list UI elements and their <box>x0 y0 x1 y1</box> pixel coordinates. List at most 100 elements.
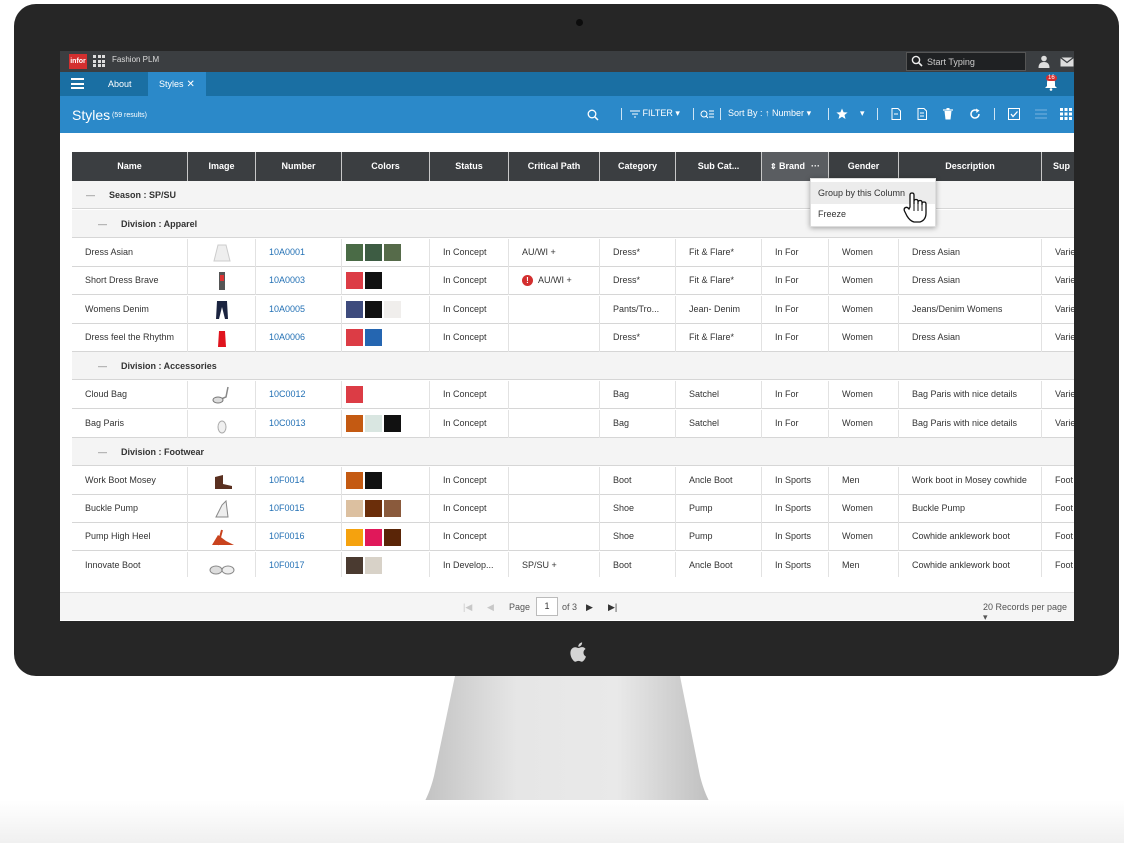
cell-status: In Concept <box>430 267 509 296</box>
close-tab-icon[interactable]: ✕ <box>187 79 195 90</box>
column-header-critical-path[interactable]: Critical Path <box>509 152 600 181</box>
color-swatch[interactable] <box>365 300 382 318</box>
table-row[interactable]: Womens Denim 10A0005 In Concept Pants/Tro..… <box>72 295 1074 324</box>
column-header-name[interactable]: Name <box>72 152 188 181</box>
table-row[interactable]: Dress Asian 10A0001 In Concept AU/WI + Dress… <box>72 239 1074 267</box>
color-swatch[interactable] <box>346 272 363 290</box>
table-row[interactable]: Work Boot Mosey 10F0014 In Concept Boot Ancl… <box>72 466 1074 495</box>
column-menu-icon[interactable]: ··· <box>811 161 820 171</box>
cell-text: In Concept <box>443 275 487 286</box>
hamburger-menu-icon[interactable] <box>71 78 84 89</box>
column-header-colors[interactable]: Colors <box>342 152 430 181</box>
color-swatch[interactable] <box>384 300 401 318</box>
copy-document-icon[interactable] <box>917 108 927 120</box>
apps-grid-icon[interactable] <box>93 55 105 67</box>
color-swatch[interactable] <box>365 329 382 347</box>
cell-number[interactable]: 10A0005 <box>256 295 342 324</box>
last-page-icon[interactable]: ▶| <box>608 602 617 613</box>
cell-text: Dress Asian <box>912 247 961 257</box>
table-row[interactable]: Pump High Heel 10F0016 In Concept Shoe Pump I… <box>72 523 1074 552</box>
column-header-sup[interactable]: Sup <box>1042 152 1074 181</box>
filter-button[interactable]: FILTER ▾ <box>630 108 680 119</box>
color-swatch[interactable] <box>346 414 363 432</box>
tab-about[interactable]: About <box>98 72 142 96</box>
collapse-group-icon[interactable]: — <box>98 438 107 466</box>
table-row[interactable]: Buckle Pump 10F0015 In Concept Shoe Pump In S… <box>72 495 1074 524</box>
group-row[interactable]: — Division : Accessories <box>72 352 1074 381</box>
collapse-group-icon[interactable]: — <box>98 352 107 380</box>
user-icon[interactable] <box>1038 55 1050 68</box>
color-swatch[interactable] <box>365 556 382 574</box>
cell-name: Innovate Boot <box>72 551 188 577</box>
cell-number[interactable]: 10F0014 <box>256 466 342 495</box>
color-swatch[interactable] <box>384 414 401 432</box>
next-page-icon[interactable]: ▶ <box>586 602 593 613</box>
group-row[interactable]: — Division : Footwear <box>72 437 1074 466</box>
page-number-input[interactable]: 1 <box>536 597 558 616</box>
mail-icon[interactable] <box>1060 57 1074 67</box>
column-header-sub-cat[interactable]: Sub Cat... <box>676 152 762 181</box>
star-icon[interactable] <box>836 108 848 120</box>
table-row[interactable]: Innovate Boot 10F0017 In Develop... SP/SU +… <box>72 551 1074 577</box>
color-swatch[interactable] <box>346 300 363 318</box>
color-swatch[interactable] <box>346 386 363 404</box>
color-swatch[interactable] <box>365 414 382 432</box>
previous-page-icon[interactable]: ◀ <box>487 602 494 613</box>
cell-number[interactable]: 10F0017 <box>256 551 342 577</box>
grid-view-icon[interactable] <box>1060 108 1072 120</box>
trash-icon[interactable] <box>943 108 953 120</box>
cell-number[interactable]: 10C0012 <box>256 381 342 410</box>
color-swatch[interactable] <box>365 471 382 489</box>
cell-name: Bag Paris <box>72 409 188 438</box>
column-header-status[interactable]: Status <box>430 152 509 181</box>
column-header-number[interactable]: Number <box>256 152 342 181</box>
column-header-gender[interactable]: Gender <box>829 152 899 181</box>
cell-text: Bag <box>613 417 630 428</box>
document-icon[interactable] <box>891 108 901 120</box>
search-list-icon[interactable] <box>700 109 714 120</box>
cell-number[interactable]: 10A0003 <box>256 267 342 296</box>
table-row[interactable]: Short Dress Brave 10A0003 In Concept! AU/WI… <box>72 267 1074 296</box>
first-page-icon[interactable]: |◀ <box>463 602 472 613</box>
sort-by-control[interactable]: Sort By : ↑ Number ▾ <box>728 108 811 119</box>
cell-number[interactable]: 10C0013 <box>256 409 342 438</box>
color-swatch[interactable] <box>346 500 363 518</box>
color-swatch[interactable] <box>384 500 401 518</box>
color-swatch[interactable] <box>365 500 382 518</box>
column-header-image[interactable]: Image <box>188 152 256 181</box>
list-view-icon[interactable] <box>1035 109 1047 119</box>
records-per-page-select[interactable]: 20 Records per page ▾ <box>983 602 1074 621</box>
column-header-label: Image <box>208 161 235 171</box>
cell-number[interactable]: 10F0015 <box>256 495 342 524</box>
cell-text: Varie <box>1055 275 1074 286</box>
table-row[interactable]: Cloud Bag 10C0012 In Concept Bag Satchel In F… <box>72 381 1074 410</box>
collapse-group-icon[interactable]: — <box>86 181 95 209</box>
color-swatch[interactable] <box>365 528 382 546</box>
refresh-icon[interactable] <box>969 108 981 120</box>
table-row[interactable]: Bag Paris 10C0013 In Concept Bag Satchel In F… <box>72 409 1074 438</box>
chevron-down-icon[interactable]: ▾ <box>860 108 865 119</box>
color-swatch[interactable] <box>384 528 401 546</box>
color-swatch[interactable] <box>346 528 363 546</box>
color-swatch[interactable] <box>346 244 363 262</box>
color-swatch[interactable] <box>384 244 401 262</box>
tab-styles[interactable]: Styles ✕ <box>148 72 206 96</box>
cell-number[interactable]: 10F0016 <box>256 523 342 552</box>
column-header-category[interactable]: Category <box>600 152 676 181</box>
checkbox-select-icon[interactable] <box>1008 108 1020 120</box>
table-row[interactable]: Dress feel the Rhythm 10A0006 In Concept Dr… <box>72 323 1074 352</box>
color-swatch[interactable] <box>365 272 382 290</box>
column-header-brand[interactable]: ⇕ Brand ··· <box>762 152 829 181</box>
color-swatch[interactable] <box>346 471 363 489</box>
cell-number[interactable]: 10A0001 <box>256 239 342 267</box>
color-swatch[interactable] <box>365 244 382 262</box>
global-search-input[interactable]: Start Typing <box>906 52 1026 71</box>
color-swatch[interactable] <box>346 556 363 574</box>
color-swatch[interactable] <box>346 329 363 347</box>
cell-number[interactable]: 10A0006 <box>256 323 342 352</box>
search-icon[interactable] <box>587 109 599 121</box>
column-header-description[interactable]: Description <box>899 152 1042 181</box>
collapse-group-icon[interactable]: — <box>98 210 107 238</box>
cell-critical <box>509 495 600 524</box>
sort-icon[interactable]: ⇕ <box>770 162 779 171</box>
